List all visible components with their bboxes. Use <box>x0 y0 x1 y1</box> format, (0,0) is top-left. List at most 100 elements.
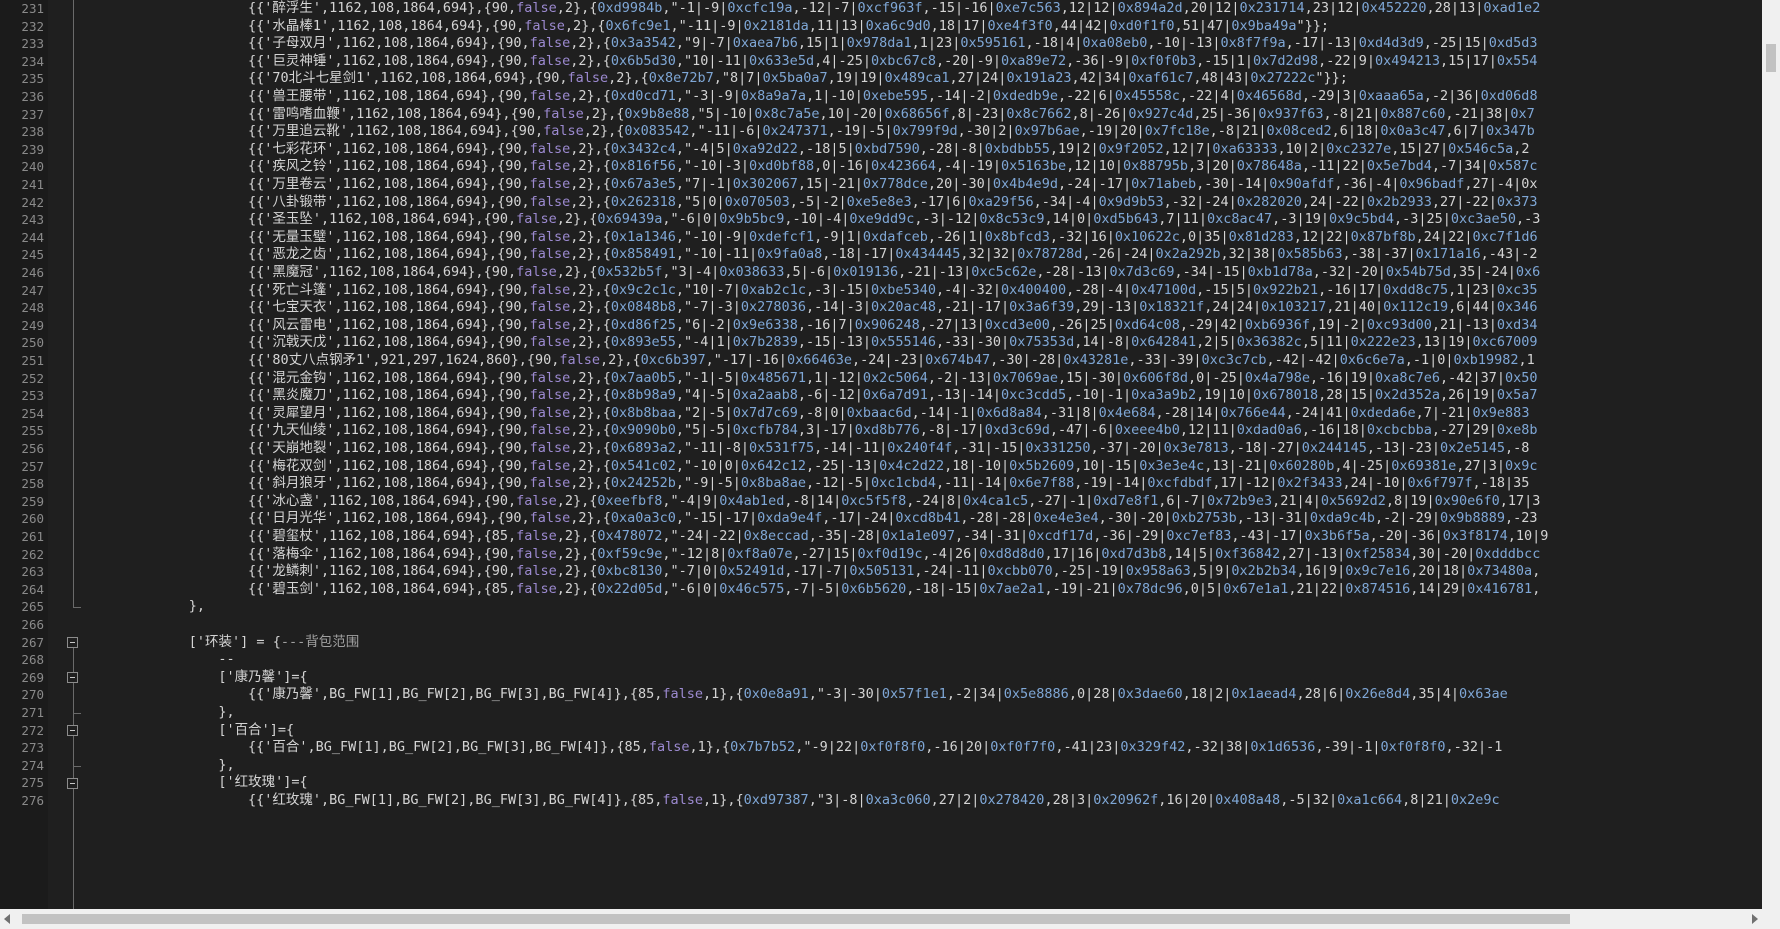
code-line[interactable]: 276 {{'红玫瑰',BG_FW[1],BG_FW[2],BG_FW[3],BG… <box>0 792 1762 810</box>
code-text[interactable]: {{'疾风之铃',1162,108,1864,694},{90,false,2}… <box>248 158 1538 176</box>
code-line[interactable]: 258 {{'斜月狼牙',1162,108,1864,694},{90,false… <box>0 475 1762 493</box>
code-line[interactable]: 274}, <box>0 757 1762 775</box>
horizontal-scroll-thumb[interactable] <box>22 914 1570 924</box>
fold-collapse-icon[interactable] <box>67 636 78 648</box>
code-text[interactable]: {{'雷鸣嗜血鞭',1162,108,1864,694},{90,false,2… <box>248 106 1535 124</box>
code-text[interactable]: {{'冰心盏',1162,108,1864,694},{90,false,2},… <box>248 493 1540 511</box>
code-text[interactable]: {{'黑魔冠',1162,108,1864,694},{90,false,2},… <box>248 264 1540 282</box>
code-line[interactable]: 256 {{'天崩地裂',1162,108,1864,694},{90,false… <box>0 440 1762 458</box>
code-line[interactable]: 238 {{'万里追云靴',1162,108,1864,694},{90,fals… <box>0 123 1762 141</box>
code-line[interactable]: 240 {{'疾风之铃',1162,108,1864,694},{90,false… <box>0 158 1762 176</box>
code-text[interactable]: {{'斜月狼牙',1162,108,1864,694},{90,false,2}… <box>248 475 1529 493</box>
code-text[interactable]: {{'巨灵神锤',1162,108,1864,694},{90,false,2}… <box>248 53 1538 71</box>
code-text[interactable]: {{'80丈八点钢矛1',921,297,1624,860},{90,false… <box>248 352 1535 370</box>
code-line[interactable]: 231 {{'醉浮生',1162,108,1864,694},{90,false,… <box>0 0 1762 18</box>
code-text[interactable]: {{'万里追云靴',1162,108,1864,694},{90,false,2… <box>248 123 1535 141</box>
code-text[interactable]: {{'康乃馨',BG_FW[1],BG_FW[2],BG_FW[3],BG_FW… <box>248 686 1508 704</box>
code-line[interactable]: 247 {{'死亡斗篷',1162,108,1864,694},{90,false… <box>0 282 1762 300</box>
fold-collapse-icon[interactable] <box>67 672 78 684</box>
scroll-right-arrow-icon[interactable] <box>1752 914 1758 924</box>
vertical-scroll-thumb[interactable] <box>1766 44 1776 72</box>
code-line[interactable]: 234 {{'巨灵神锤',1162,108,1864,694},{90,false… <box>0 53 1762 71</box>
code-text[interactable]: {{'风云雷电',1162,108,1864,694},{90,false,2}… <box>248 317 1538 335</box>
code-text[interactable]: {{'恶龙之齿',1162,108,1864,694},{90,false,2}… <box>248 246 1538 264</box>
code-text[interactable]: {{'混元金钩',1162,108,1864,694},{90,false,2}… <box>248 370 1538 388</box>
code-text[interactable]: {{'日月光华',1162,108,1864,694},{90,false,2}… <box>248 510 1538 528</box>
code-line[interactable]: 253 {{'黑炎魔刀',1162,108,1864,694},{90,false… <box>0 387 1762 405</box>
code-text[interactable]: {{'灵犀望月',1162,108,1864,694},{90,false,2}… <box>248 405 1529 423</box>
code-text[interactable]: ['红玫瑰']={ <box>218 774 307 792</box>
code-line[interactable]: 243 {{'圣玉坠',1162,108,1864,694},{90,false,… <box>0 211 1762 229</box>
code-line[interactable]: 237 {{'雷鸣嗜血鞭',1162,108,1864,694},{90,fals… <box>0 106 1762 124</box>
code-line[interactable]: 235 {{'70北斗七星剑1',1162,108,1864,694},{90,f… <box>0 70 1762 88</box>
code-line[interactable]: 267 ['环装'] = {---背包范围 <box>0 634 1762 652</box>
code-line[interactable]: 275 ['红玫瑰']={ <box>0 774 1762 792</box>
code-line[interactable]: 232 {{'水晶棒1',1162,108,1864,694},{90,false… <box>0 18 1762 36</box>
code-text[interactable]: {{'九天仙绫',1162,108,1864,694},{90,false,2}… <box>248 422 1538 440</box>
code-line[interactable]: 268 -- <box>0 651 1762 669</box>
code-line[interactable]: 244 {{'无量玉璧',1162,108,1864,694},{90,false… <box>0 229 1762 247</box>
code-line[interactable]: 271}, <box>0 704 1762 722</box>
code-text[interactable]: {{'梅花双剑',1162,108,1864,694},{90,false,2}… <box>248 458 1538 476</box>
code-text[interactable]: {{'兽王腰带',1162,108,1864,694},{90,false,2}… <box>248 88 1538 106</box>
code-line[interactable]: 262 {{'落梅伞',1162,108,1864,694},{90,false,… <box>0 546 1762 564</box>
code-text[interactable]: {{'落梅伞',1162,108,1864,694},{90,false,2},… <box>248 546 1540 564</box>
code-text[interactable]: {{'八卦锻带',1162,108,1864,694},{90,false,2}… <box>248 194 1538 212</box>
code-line[interactable]: 233 {{'子母双月',1162,108,1864,694},{90,false… <box>0 35 1762 53</box>
code-text[interactable]: {{'龙鳞刺',1162,108,1864,694},{90,false,2},… <box>248 563 1540 581</box>
scroll-left-arrow-icon[interactable] <box>4 914 10 924</box>
code-text[interactable]: ['百合']={ <box>218 722 294 740</box>
code-line[interactable]: 264 {{'碧玉剑',1162,108,1864,694},{85,false,… <box>0 581 1762 599</box>
code-line[interactable]: 270 {{'康乃馨',BG_FW[1],BG_FW[2],BG_FW[3],BG… <box>0 686 1762 704</box>
code-line[interactable]: 246 {{'黑魔冠',1162,108,1864,694},{90,false,… <box>0 264 1762 282</box>
code-text[interactable]: {{'沉戟天戊',1162,108,1864,694},{90,false,2}… <box>248 334 1538 352</box>
code-editor[interactable]: 231 {{'醉浮生',1162,108,1864,694},{90,false,… <box>0 0 1762 909</box>
code-line[interactable]: 239 {{'七彩花环',1162,108,1864,694},{90,false… <box>0 141 1762 159</box>
code-text[interactable]: }, <box>189 598 205 616</box>
horizontal-scrollbar[interactable] <box>0 909 1762 929</box>
code-text[interactable]: }, <box>218 757 234 775</box>
code-line[interactable]: 260 {{'日月光华',1162,108,1864,694},{90,false… <box>0 510 1762 528</box>
code-text[interactable]: {{'红玫瑰',BG_FW[1],BG_FW[2],BG_FW[3],BG_FW… <box>248 792 1500 810</box>
code-line[interactable]: 241 {{'万里卷云',1162,108,1864,694},{90,false… <box>0 176 1762 194</box>
code-text[interactable]: {{'碧玉剑',1162,108,1864,694},{85,false,2},… <box>248 581 1540 599</box>
code-line[interactable]: 272 ['百合']={ <box>0 722 1762 740</box>
code-line[interactable]: 261 {{'碧玺杖',1162,108,1864,694},{85,false,… <box>0 528 1762 546</box>
code-line[interactable]: 273 {{'百合',BG_FW[1],BG_FW[2],BG_FW[3],BG_… <box>0 739 1762 757</box>
code-text[interactable]: {{'圣玉坠',1162,108,1864,694},{90,false,2},… <box>248 211 1540 229</box>
code-line[interactable]: 245 {{'恶龙之齿',1162,108,1864,694},{90,false… <box>0 246 1762 264</box>
code-text[interactable]: {{'70北斗七星剑1',1162,108,1864,694},{90,fals… <box>248 70 1348 88</box>
code-line[interactable]: 254 {{'灵犀望月',1162,108,1864,694},{90,false… <box>0 405 1762 423</box>
code-text[interactable]: {{'七彩花环',1162,108,1864,694},{90,false,2}… <box>248 141 1529 159</box>
code-text[interactable]: {{'七宝天衣',1162,108,1864,694},{90,false,2}… <box>248 299 1538 317</box>
code-text[interactable]: ['环装'] = {---背包范围 <box>189 634 359 652</box>
vertical-scrollbar[interactable] <box>1762 0 1780 909</box>
code-line[interactable]: 263 {{'龙鳞刺',1162,108,1864,694},{90,false,… <box>0 563 1762 581</box>
code-text[interactable]: {{'万里卷云',1162,108,1864,694},{90,false,2}… <box>248 176 1538 194</box>
code-text[interactable]: {{'碧玺杖',1162,108,1864,694},{85,false,2},… <box>248 528 1548 546</box>
code-text[interactable]: }, <box>218 704 234 722</box>
code-line[interactable]: 255 {{'九天仙绫',1162,108,1864,694},{90,false… <box>0 422 1762 440</box>
code-text[interactable]: {{'天崩地裂',1162,108,1864,694},{90,false,2}… <box>248 440 1529 458</box>
code-line[interactable]: 265}, <box>0 598 1762 616</box>
code-text[interactable]: {{'水晶棒1',1162,108,1864,694},{90,false,2}… <box>248 18 1329 36</box>
code-line[interactable]: 236 {{'兽王腰带',1162,108,1864,694},{90,false… <box>0 88 1762 106</box>
code-text[interactable]: ['康乃馨']={ <box>218 669 307 687</box>
code-line[interactable]: 269 ['康乃馨']={ <box>0 669 1762 687</box>
code-line[interactable]: 259 {{'冰心盏',1162,108,1864,694},{90,false,… <box>0 493 1762 511</box>
code-line[interactable]: 250 {{'沉戟天戊',1162,108,1864,694},{90,false… <box>0 334 1762 352</box>
code-line[interactable]: 257 {{'梅花双剑',1162,108,1864,694},{90,false… <box>0 458 1762 476</box>
code-text[interactable]: -- <box>218 651 234 669</box>
code-text[interactable]: {{'死亡斗篷',1162,108,1864,694},{90,false,2}… <box>248 282 1538 300</box>
code-text[interactable]: {{'黑炎魔刀',1162,108,1864,694},{90,false,2}… <box>248 387 1538 405</box>
code-text[interactable]: {{'醉浮生',1162,108,1864,694},{90,false,2},… <box>248 0 1540 18</box>
code-line[interactable]: 251 {{'80丈八点钢矛1',921,297,1624,860},{90,fa… <box>0 352 1762 370</box>
code-text[interactable]: {{'无量玉璧',1162,108,1864,694},{90,false,2}… <box>248 229 1538 247</box>
fold-collapse-icon[interactable] <box>67 724 78 736</box>
code-text[interactable]: {{'百合',BG_FW[1],BG_FW[2],BG_FW[3],BG_FW[… <box>248 739 1502 757</box>
code-line[interactable]: 252 {{'混元金钩',1162,108,1864,694},{90,false… <box>0 370 1762 388</box>
code-line[interactable]: 249 {{'风云雷电',1162,108,1864,694},{90,false… <box>0 317 1762 335</box>
code-line[interactable]: 248 {{'七宝天衣',1162,108,1864,694},{90,false… <box>0 299 1762 317</box>
code-text[interactable]: {{'子母双月',1162,108,1864,694},{90,false,2}… <box>248 35 1538 53</box>
code-line[interactable]: 242 {{'八卦锻带',1162,108,1864,694},{90,false… <box>0 194 1762 212</box>
